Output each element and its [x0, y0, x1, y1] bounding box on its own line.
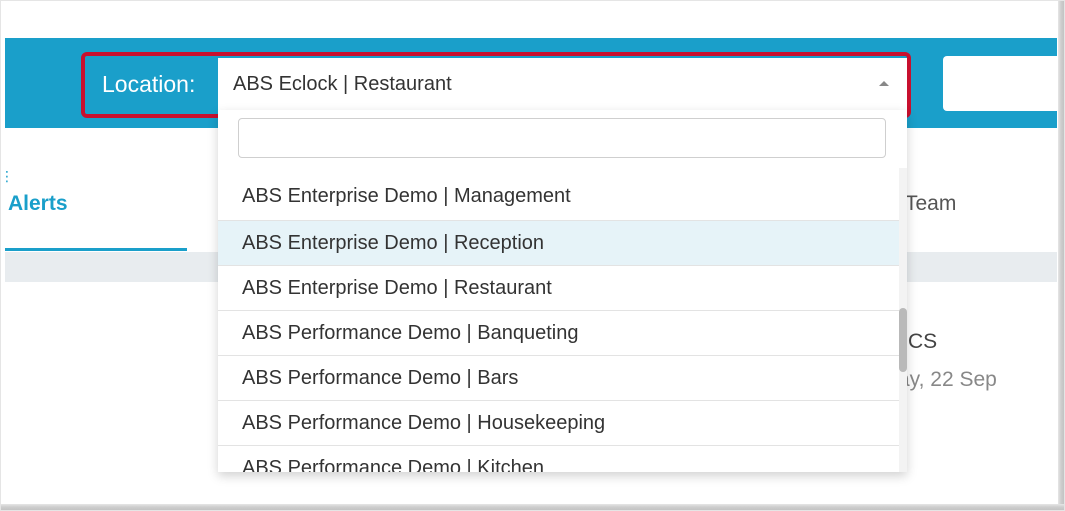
- screenshot-right-edge: [1058, 0, 1065, 511]
- dropdown-option[interactable]: ABS Enterprise Demo | Management: [218, 174, 899, 220]
- dropdown-option-list: ABS Enterprise Demo | Management ABS Ente…: [218, 174, 899, 472]
- caret-up-icon[interactable]: [879, 81, 889, 86]
- location-select[interactable]: ABS Eclock | Restaurant: [218, 58, 907, 110]
- background-partial-date: ay, 22 Sep: [898, 368, 997, 391]
- location-dropdown-panel: ABS Enterprise Demo | Management ABS Ente…: [218, 110, 907, 472]
- tab-alerts[interactable]: Alerts: [8, 192, 68, 216]
- header-right-input[interactable]: [943, 56, 1065, 111]
- dropdown-option[interactable]: ABS Performance Demo | Banqueting: [218, 310, 899, 355]
- tab-active-underline: [5, 248, 187, 251]
- tab-icon-partial: ⋮: [0, 168, 14, 184]
- dropdown-option[interactable]: ABS Performance Demo | Kitchen: [218, 445, 899, 472]
- dropdown-scrollbar-track[interactable]: [899, 168, 907, 472]
- dropdown-option[interactable]: ABS Performance Demo | Bars: [218, 355, 899, 400]
- screenshot-stage: Location: ABS Eclock | Restaurant ⋮ Aler…: [0, 0, 1065, 511]
- location-select-value: ABS Eclock | Restaurant: [233, 73, 452, 95]
- tab-team[interactable]: Team: [905, 192, 956, 216]
- location-label: Location:: [102, 71, 196, 97]
- dropdown-option[interactable]: ABS Enterprise Demo | Reception: [218, 220, 899, 265]
- dropdown-search-input[interactable]: [238, 118, 886, 158]
- dropdown-scrollbar-thumb[interactable]: [899, 308, 907, 372]
- dropdown-option[interactable]: ABS Performance Demo | Housekeeping: [218, 400, 899, 445]
- screenshot-bottom-edge: [0, 504, 1065, 511]
- background-partial-text-cs: CS: [908, 330, 938, 353]
- dropdown-option[interactable]: ABS Enterprise Demo | Restaurant: [218, 265, 899, 310]
